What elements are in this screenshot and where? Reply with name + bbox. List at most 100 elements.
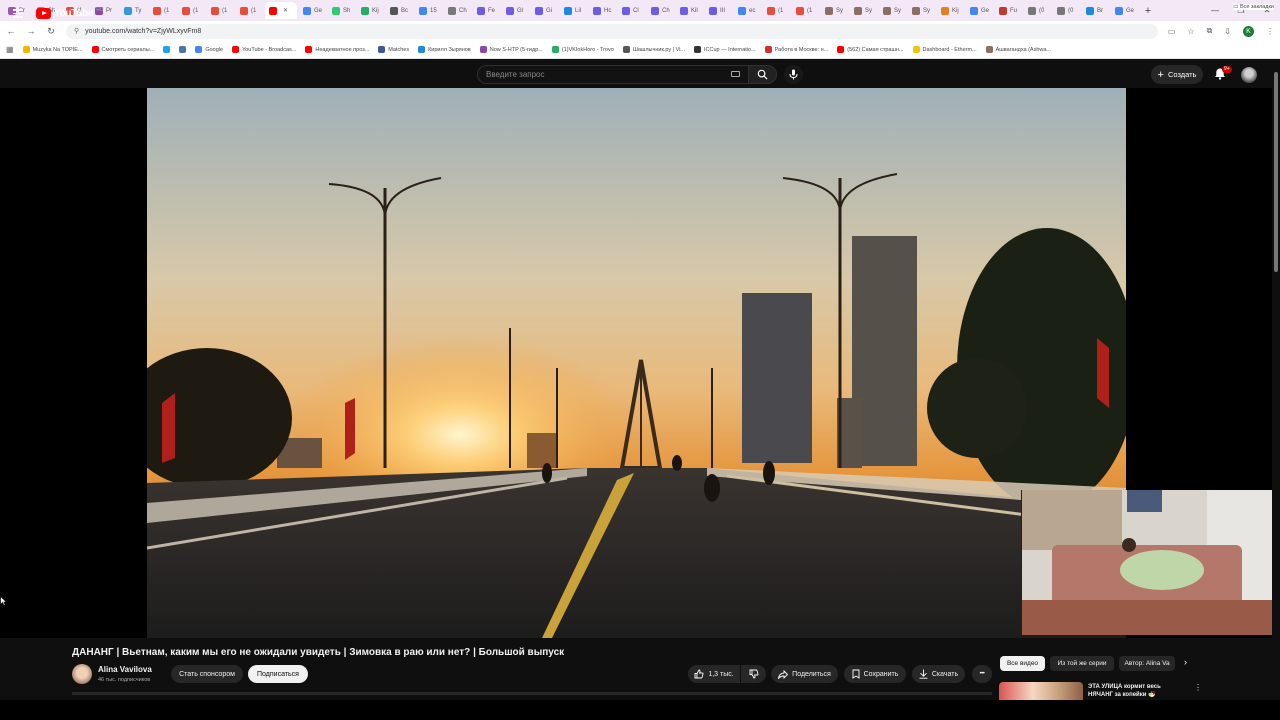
all-bookmarks-button[interactable]: ▭ Все закладки	[1233, 4, 1274, 10]
site-info-icon[interactable]: ⚲	[74, 27, 79, 35]
browser-tab[interactable]: Fe	[473, 2, 500, 19]
browser-tab[interactable]: Ty	[120, 2, 147, 19]
new-tab-button[interactable]: +	[1140, 3, 1156, 19]
bookmark-item[interactable]: Неадекватное проз...	[305, 46, 369, 53]
browser-tab[interactable]: (1	[149, 2, 176, 19]
browser-tab[interactable]: Kij	[357, 2, 384, 19]
downloads-icon[interactable]: ⇩	[1224, 27, 1231, 36]
address-bar[interactable]: ⚲ youtube.com/watch?v=ZjyWLxyvFm8	[66, 23, 1158, 39]
cast-icon[interactable]: ▭	[1168, 27, 1176, 36]
browser-tab[interactable]: Sy	[908, 2, 935, 19]
bookmark-item[interactable]: Matches	[378, 46, 409, 53]
bookmark-label: YouTube - Broadcas...	[242, 46, 297, 53]
create-button[interactable]: + Создать	[1151, 65, 1203, 84]
browser-tab[interactable]: Sy	[879, 2, 906, 19]
bookmark-item[interactable]: ICCup — Internatio...	[694, 46, 756, 53]
youtube-logo[interactable]: YouTube RU	[36, 7, 103, 19]
browser-tab[interactable]: Gi	[531, 2, 558, 19]
bookmark-item[interactable]: YouTube - Broadcas...	[232, 46, 296, 53]
bookmark-item[interactable]	[163, 46, 171, 53]
browser-tab[interactable]: 15	[415, 2, 442, 19]
browser-tab-active[interactable]: ✕	[265, 2, 297, 19]
download-button[interactable]: Скачать	[912, 665, 965, 683]
recommendation-thumbnail[interactable]	[999, 682, 1083, 700]
browser-tab[interactable]: Sy	[821, 2, 848, 19]
join-sponsor-button[interactable]: Стать спонсором	[171, 665, 243, 683]
like-button[interactable]: 1,3 тыс.	[688, 665, 740, 683]
browser-tab[interactable]: Cl	[618, 2, 645, 19]
minimize-icon[interactable]: —	[1202, 6, 1228, 15]
share-button[interactable]: Поделиться	[771, 665, 838, 683]
browser-tab[interactable]: III	[705, 2, 732, 19]
bookmark-item[interactable]: Смотреть сериалы...	[91, 46, 154, 53]
extensions-icon[interactable]: ⧉	[1207, 26, 1213, 36]
more-actions-button[interactable]: •••	[972, 665, 992, 683]
browser-tab[interactable]: (1	[207, 2, 234, 19]
keyboard-icon[interactable]	[731, 71, 740, 77]
scrollbar-thumb[interactable]	[1274, 72, 1278, 272]
back-icon[interactable]: ←	[6, 26, 16, 36]
forward-icon[interactable]: →	[26, 26, 36, 36]
apps-grid-icon[interactable]: ▦	[6, 45, 14, 54]
video-frame[interactable]	[147, 88, 1126, 638]
page-scrollbar[interactable]	[1272, 60, 1280, 700]
bookmark-item[interactable]: Dashboard - Etherm...	[912, 46, 977, 53]
bookmark-item[interactable]: Кирилл Зырянов	[418, 46, 471, 53]
browser-tab[interactable]: Sy	[850, 2, 877, 19]
subscribe-button[interactable]: Подписаться	[248, 665, 308, 683]
browser-tab[interactable]: Ge	[966, 2, 993, 19]
browser-tab[interactable]: Ch	[647, 2, 674, 19]
bookmark-star-icon[interactable]: ☆	[1187, 27, 1194, 36]
profile-avatar[interactable]: K	[1243, 25, 1254, 37]
voice-search-button[interactable]	[784, 65, 803, 84]
browser-tab[interactable]: Fu	[995, 2, 1022, 19]
chip-same-series[interactable]: Из той же серии	[1050, 656, 1114, 671]
browser-tab[interactable]: (1	[792, 2, 819, 19]
bookmark-item[interactable]: (562) Самая страшн...	[837, 46, 904, 53]
search-input[interactable]: Введите запрос	[477, 65, 749, 84]
browser-tab[interactable]: Br	[1082, 2, 1109, 19]
bookmark-item[interactable]	[179, 46, 187, 53]
browser-tab[interactable]: ec	[734, 2, 761, 19]
browser-tab[interactable]: Kij	[937, 2, 964, 19]
bookmark-item[interactable]: Google	[195, 46, 223, 53]
bookmark-item[interactable]: Шашлычник.ру | Vi...	[622, 46, 685, 53]
bookmark-item[interactable]: Ашвагандха (Ashwa...	[985, 46, 1051, 53]
chip-by-author[interactable]: Автор: Alina Va	[1119, 656, 1175, 671]
bookmark-item[interactable]: Работа в Москве: н...	[764, 46, 828, 53]
browser-tab[interactable]: Ge	[299, 2, 326, 19]
chip-all-videos[interactable]: Все видео	[1000, 656, 1045, 671]
browser-tab[interactable]: Hc	[589, 2, 616, 19]
tab-label: (1	[251, 7, 257, 14]
account-avatar[interactable]	[1241, 67, 1257, 83]
menu-icon[interactable]	[13, 9, 23, 18]
browser-tab[interactable]: Bc	[386, 2, 413, 19]
bookmark-item[interactable]: Muzyka Na TOPIE...	[22, 46, 83, 53]
channel-avatar[interactable]	[72, 664, 92, 684]
bookmark-item[interactable]: (1)VKInkHoro - Trovo	[551, 46, 614, 53]
dislike-button[interactable]	[741, 665, 766, 683]
browser-tab[interactable]: (1	[763, 2, 790, 19]
browser-tab[interactable]: Ge	[1111, 2, 1138, 19]
browser-menu-icon[interactable]: ⋮	[1266, 27, 1274, 36]
browser-tab[interactable]: Sh	[328, 2, 355, 19]
browser-tab[interactable]: (1	[236, 2, 263, 19]
browser-tab[interactable]: (1	[178, 2, 205, 19]
chips-next-icon[interactable]: ›	[1184, 657, 1187, 667]
channel-name[interactable]: Alina Vavilova	[98, 665, 152, 674]
bookmark-item[interactable]: Now S-HTP (5-гидр...	[479, 46, 543, 53]
reload-icon[interactable]: ↻	[46, 26, 56, 37]
browser-tab[interactable]: Lil	[560, 2, 587, 19]
save-button[interactable]: Сохранить	[844, 665, 906, 683]
recommendation-menu-icon[interactable]: ⋮	[1194, 683, 1202, 692]
recommendation-title[interactable]: ЭТА УЛИЦА кормит весь НЯЧАНГ за копейки …	[1088, 683, 1198, 699]
close-tab-icon[interactable]: ✕	[283, 7, 288, 14]
browser-tab[interactable]: Gl	[502, 2, 529, 19]
browser-tab[interactable]: (0	[1024, 2, 1051, 19]
browser-tab[interactable]: Kil	[676, 2, 703, 19]
search-button[interactable]	[748, 65, 777, 84]
logo-text: YouTube	[54, 8, 94, 19]
browser-tab[interactable]: Ch	[444, 2, 471, 19]
bookmark-favicon-icon	[163, 46, 171, 53]
browser-tab[interactable]: (0	[1053, 2, 1080, 19]
